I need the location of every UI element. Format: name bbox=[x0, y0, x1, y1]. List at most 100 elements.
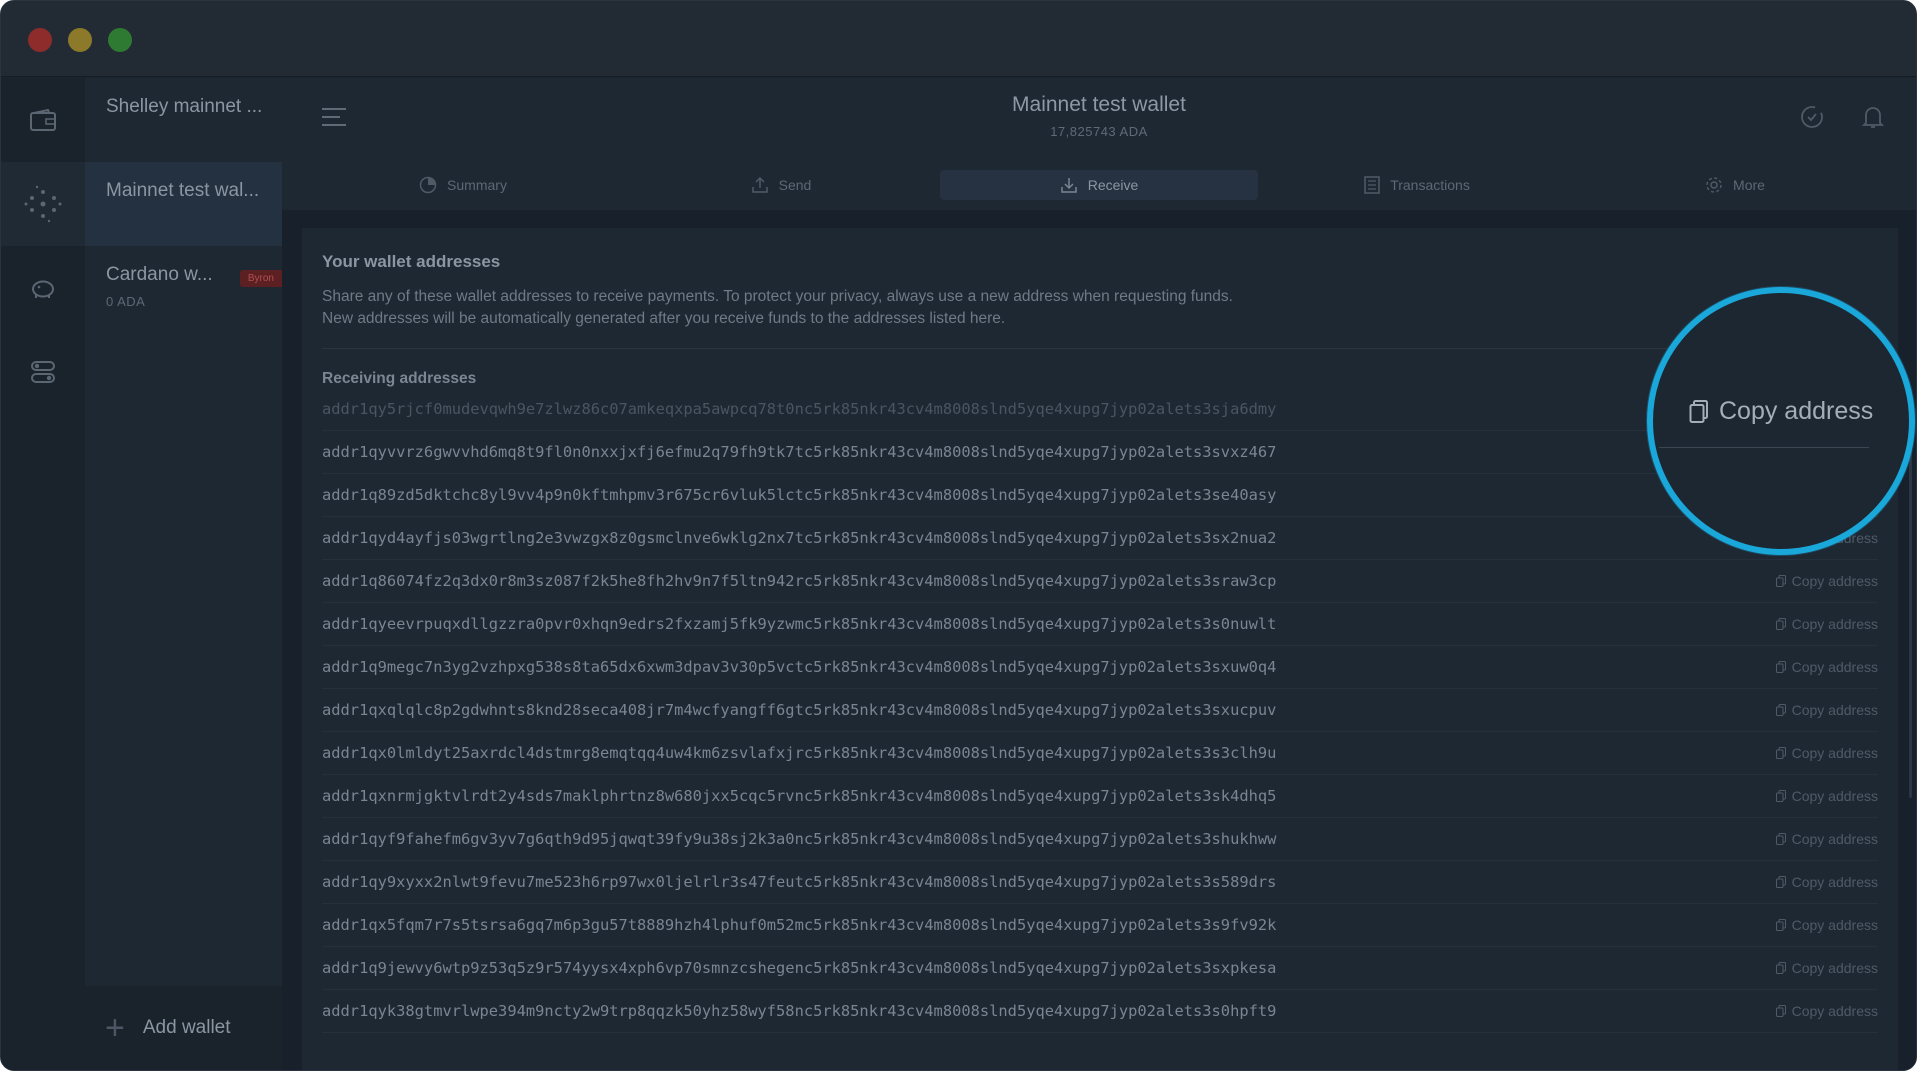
address-row: addr1qyd4ayfjs03wgrtlng2e3vwzgx8z0gsmcln… bbox=[322, 517, 1878, 560]
tab-receive[interactable]: Receive bbox=[940, 170, 1258, 200]
address-text[interactable]: addr1qyeevrpuqxdllgzzra0pvr0xhqn9edrs2fx… bbox=[322, 615, 1276, 633]
wallet-name: Cardano w... bbox=[106, 264, 213, 285]
address-text[interactable]: addr1qx5fqm7r7s5tsrsa6gq7m6p3gu57t8889hz… bbox=[322, 916, 1276, 934]
address-text[interactable]: addr1qxnrmjgktvlrdt2y4sds7maklphrtnz8w68… bbox=[322, 787, 1276, 805]
copy-icon bbox=[1775, 1005, 1786, 1017]
address-text[interactable]: addr1qxqlqlc8p2gdwhnts8knd28seca408jr7m4… bbox=[322, 701, 1276, 719]
copy-address-button[interactable]: Copy address bbox=[1775, 616, 1878, 632]
add-wallet-label: Add wallet bbox=[142, 1017, 231, 1038]
copy-address-label: Copy address bbox=[1791, 831, 1878, 847]
copy-address-button[interactable]: Copy address bbox=[1775, 831, 1878, 847]
wallet-amount: 17,825743 ADA bbox=[1050, 124, 1148, 139]
copy-address-button[interactable]: Copy address bbox=[1775, 874, 1878, 890]
address-row: addr1q9megc7n3yg2vzhpxg538s8ta65dx6xwm3d… bbox=[322, 646, 1878, 689]
app-window: Shelley mainnet ... Mainnet test wal... … bbox=[0, 0, 1917, 1071]
address-text[interactable]: addr1q9megc7n3yg2vzhpxg538s8ta65dx6xwm3d… bbox=[322, 658, 1276, 676]
copy-address-label: Copy address bbox=[1791, 1003, 1878, 1019]
minimize-window-button[interactable] bbox=[68, 28, 92, 52]
close-window-button[interactable] bbox=[28, 28, 52, 52]
wallet-item-shelley[interactable]: Shelley mainnet ... bbox=[85, 78, 282, 162]
address-row: addr1qxnrmjgktvlrdt2y4sds7maklphrtnz8w68… bbox=[322, 775, 1878, 818]
copy-icon bbox=[1775, 876, 1786, 888]
tab-more[interactable]: More bbox=[1576, 170, 1894, 200]
copy-icon bbox=[1775, 661, 1786, 673]
cardano-icon bbox=[24, 185, 62, 223]
description-line: New addresses will be automatically gene… bbox=[322, 310, 1006, 327]
sidebar-item-settings[interactable] bbox=[1, 330, 85, 414]
copy-address-button[interactable]: Copy address bbox=[1775, 702, 1878, 718]
summary-icon bbox=[419, 176, 437, 194]
address-text[interactable]: addr1qyvvrz6gwvvhd6mq8t9fl0n0nxxjxfj6efm… bbox=[322, 443, 1276, 461]
wallet-title: Mainnet test wallet bbox=[1012, 93, 1186, 116]
tab-label: Summary bbox=[447, 177, 507, 193]
copy-icon bbox=[1775, 962, 1786, 974]
sidebar-item-paper-wallet[interactable] bbox=[1, 246, 85, 330]
wallet-top-bar: Mainnet test wallet 17,825743 ADA Summar… bbox=[282, 78, 1916, 210]
address-text[interactable]: addr1q9jewvy6wtp9z53q5z9r574yysx4xph6vp7… bbox=[322, 959, 1276, 977]
address-row: addr1q9jewvy6wtp9z53q5z9r574yysx4xph6vp7… bbox=[322, 947, 1878, 990]
tab-label: Transactions bbox=[1390, 177, 1470, 193]
copy-address-button-zoomed[interactable]: Copy address bbox=[1689, 397, 1873, 426]
receive-icon bbox=[1060, 178, 1077, 193]
tab-summary[interactable]: Summary bbox=[304, 170, 622, 200]
address-row: addr1qy5rjcf0mudevqwh9e7zlwz86c07amkeqxp… bbox=[322, 388, 1878, 431]
gear-icon bbox=[1706, 177, 1722, 193]
send-icon bbox=[751, 176, 768, 193]
copy-address-button[interactable]: Copy address bbox=[1775, 917, 1878, 933]
copy-address-button[interactable]: Copy address bbox=[1775, 745, 1878, 761]
wallet-item-mainnet-test[interactable]: Mainnet test wal... bbox=[85, 162, 282, 246]
sidebar-item-wallets[interactable] bbox=[1, 78, 85, 162]
copy-address-button[interactable]: Copy address bbox=[1775, 573, 1878, 589]
address-row: addr1qyf9fahefm6gv3yv7g6qth9d95jqwqt39fy… bbox=[322, 818, 1878, 861]
wallet-name: Mainnet test wal... bbox=[106, 180, 260, 201]
copy-address-button[interactable]: Copy address bbox=[1775, 659, 1878, 675]
wallet-tabs: Summary Send Receive Transactions More bbox=[304, 170, 1894, 200]
address-row: addr1qx5fqm7r7s5tsrsa6gq7m6p3gu57t8889hz… bbox=[322, 904, 1878, 947]
tab-send[interactable]: Send bbox=[622, 170, 940, 200]
byron-badge: Byron bbox=[239, 270, 282, 287]
address-text[interactable]: addr1qyk38gtmvrlwpe394m9ncty2w9trp8qqzk5… bbox=[322, 1002, 1276, 1020]
address-text[interactable]: addr1qyd4ayfjs03wgrtlng2e3vwzgx8z0gsmcln… bbox=[322, 529, 1276, 547]
bell-icon[interactable] bbox=[1861, 104, 1885, 135]
address-text[interactable]: addr1q89zd5dktchc8yl9vv4p9n0kftmhpmv3r67… bbox=[322, 486, 1276, 504]
copy-address-button[interactable]: Copy address bbox=[1775, 788, 1878, 804]
copy-icon bbox=[1775, 833, 1786, 845]
piggy-bank-icon bbox=[32, 280, 54, 298]
copy-address-label: Copy address bbox=[1791, 960, 1878, 976]
address-text[interactable]: addr1qy9xyxx2nlwt9fevu7me523h6rp97wx0lje… bbox=[322, 873, 1276, 891]
add-wallet-button[interactable]: + Add wallet bbox=[85, 986, 282, 1070]
plus-icon: + bbox=[105, 1009, 125, 1047]
title-bar bbox=[1, 1, 1916, 77]
tab-label: Receive bbox=[1087, 177, 1139, 193]
sidebar-item-cardano[interactable] bbox=[1, 162, 85, 246]
panel-title: Your wallet addresses bbox=[322, 252, 501, 271]
copy-address-label: Copy address bbox=[1791, 745, 1878, 761]
address-text[interactable]: addr1qyf9fahefm6gv3yv7g6qth9d95jqwqt39fy… bbox=[322, 830, 1276, 848]
maximize-window-button[interactable] bbox=[108, 28, 132, 52]
sidebar-rail bbox=[1, 78, 85, 1070]
address-text[interactable]: addr1qy5rjcf0mudevqwh9e7zlwz86c07amkeqxp… bbox=[322, 400, 1276, 418]
address-row: addr1q89zd5dktchc8yl9vv4p9n0kftmhpmv3r67… bbox=[322, 474, 1878, 517]
copy-icon bbox=[1775, 790, 1786, 802]
address-row: addr1qyk38gtmvrlwpe394m9ncty2w9trp8qqzk5… bbox=[322, 990, 1878, 1033]
transactions-icon bbox=[1364, 176, 1380, 194]
address-text[interactable]: addr1q86074fz2q3dx0r8m3sz087f2k5he8fh2hv… bbox=[322, 572, 1276, 590]
divider bbox=[322, 348, 1878, 349]
tab-transactions[interactable]: Transactions bbox=[1258, 170, 1576, 200]
scrollbar[interactable] bbox=[1909, 418, 1912, 798]
copy-address-button[interactable]: Copy address bbox=[1775, 960, 1878, 976]
address-text[interactable]: addr1qx0lmldyt25axrdcl4dstmrg8emqtqq4uw4… bbox=[322, 744, 1276, 762]
address-list: addr1qy5rjcf0mudevqwh9e7zlwz86c07amkeqxp… bbox=[322, 388, 1878, 1033]
copy-address-label: Copy address bbox=[1791, 788, 1878, 804]
copy-icon bbox=[1775, 575, 1786, 587]
toggles-icon bbox=[31, 361, 55, 383]
address-row: addr1qyeevrpuqxdllgzzra0pvr0xhqn9edrs2fx… bbox=[322, 603, 1878, 646]
magnifier-callout: Copy address bbox=[1647, 287, 1915, 555]
tab-label: More bbox=[1733, 177, 1765, 193]
wallet-item-cardano[interactable]: Cardano w... 0 ADA Byron bbox=[85, 246, 282, 330]
copy-address-button[interactable]: Copy address bbox=[1775, 1003, 1878, 1019]
copy-icon bbox=[1775, 747, 1786, 759]
copy-address-label: Copy address bbox=[1791, 917, 1878, 933]
sync-status-icon[interactable] bbox=[1800, 105, 1824, 134]
copy-icon bbox=[1775, 704, 1786, 716]
